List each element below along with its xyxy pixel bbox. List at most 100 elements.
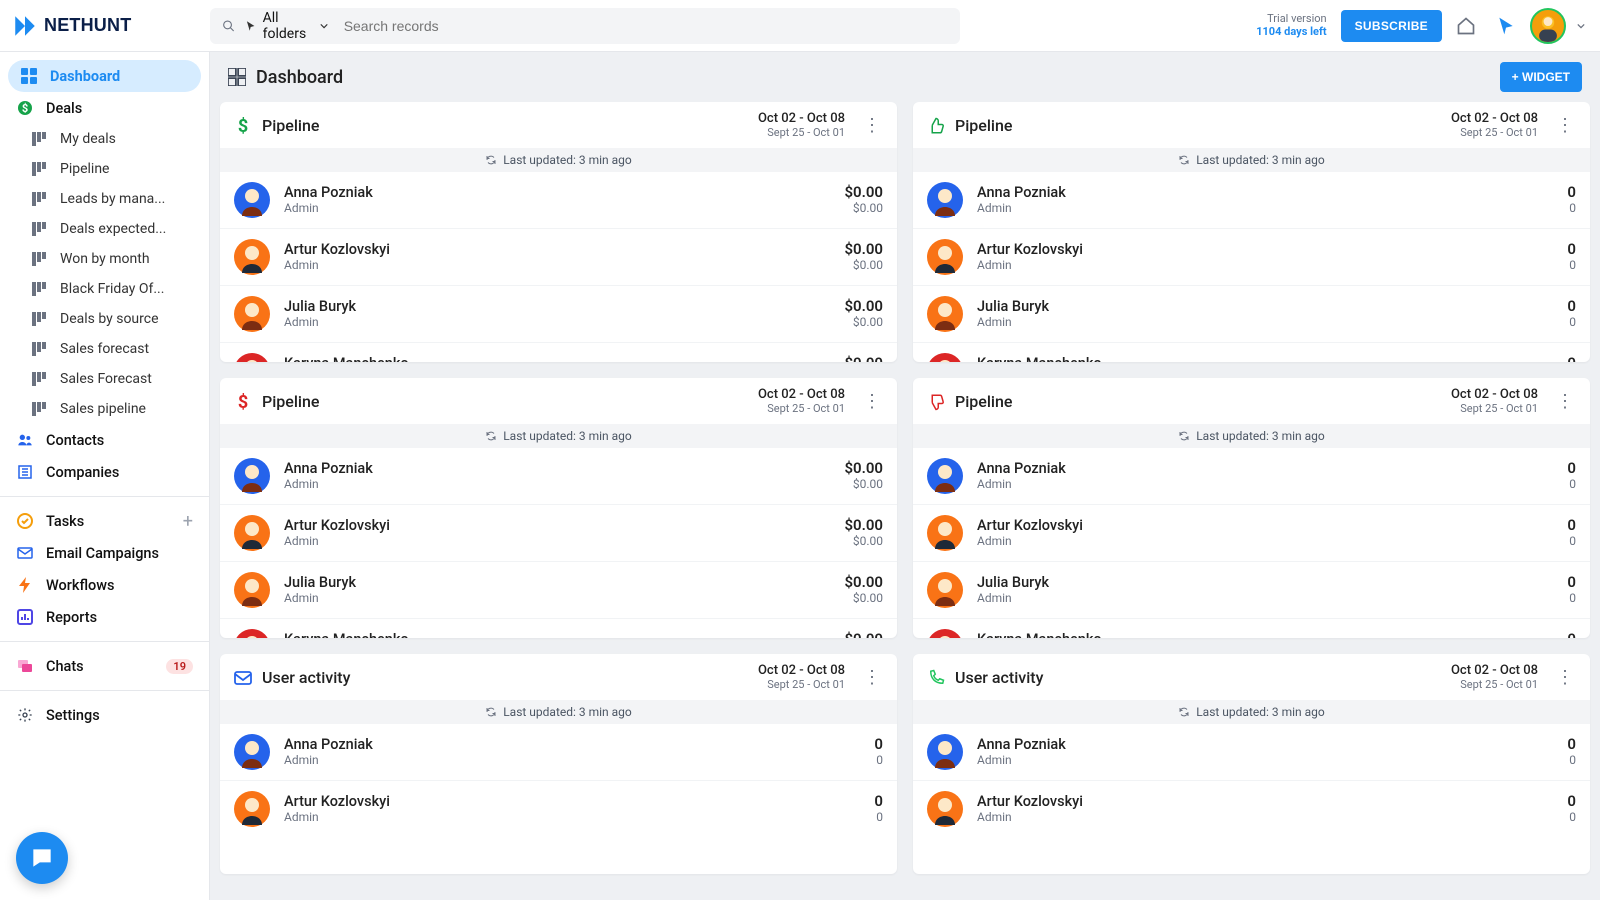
search-icon — [222, 18, 235, 34]
sidebar-item-deals[interactable]: $ Deals — [0, 92, 209, 124]
sidebar-item-workflows[interactable]: Workflows — [0, 569, 209, 601]
sidebar-item-email-campaigns[interactable]: Email Campaigns — [0, 537, 209, 569]
widget-row[interactable]: Karyna ManchenkoAdmin00 — [913, 619, 1590, 638]
widget-updated: Last updated: 3 min ago — [913, 424, 1590, 448]
widget-row[interactable]: Anna PozniakAdmin00 — [913, 448, 1590, 505]
avatar — [234, 791, 270, 827]
sidebar-subitem[interactable]: Sales Forecast — [0, 364, 209, 394]
widget-more-icon[interactable]: ⋮ — [1548, 669, 1576, 687]
sidebar-item-label: Deals by source — [60, 311, 159, 327]
page-title: Dashboard — [228, 67, 343, 88]
row-value-2: $0.00 — [844, 315, 883, 329]
widget-row[interactable]: Artur KozlovskyiAdmin00 — [913, 229, 1590, 286]
widget-row[interactable]: Karyna ManchenkoAdmin$0.00$0.00 — [220, 619, 897, 638]
widget-row[interactable]: Artur KozlovskyiAdmin00 — [913, 781, 1590, 837]
board-icon — [32, 402, 46, 416]
row-value: $0.00 — [844, 183, 883, 201]
widget-more-icon[interactable]: ⋮ — [855, 669, 883, 687]
widget-row[interactable]: Anna PozniakAdmin00 — [913, 172, 1590, 229]
avatar — [234, 296, 270, 332]
widget-more-icon[interactable]: ⋮ — [855, 393, 883, 411]
row-value: 0 — [874, 792, 883, 810]
refresh-icon — [1178, 706, 1190, 718]
widget-more-icon[interactable]: ⋮ — [1548, 117, 1576, 135]
row-value: 0 — [1567, 735, 1576, 753]
sidebar-subitem[interactable]: My deals — [0, 124, 209, 154]
person-name: Anna Pozniak — [284, 184, 830, 201]
widget-updated: Last updated: 3 min ago — [220, 700, 897, 724]
sidebar-item-companies[interactable]: Companies — [0, 456, 209, 488]
widget-row[interactable]: Karyna ManchenkoAdmin$0.00$0.00 — [220, 343, 897, 362]
widget-row[interactable]: Anna PozniakAdmin00 — [913, 724, 1590, 781]
person-role: Admin — [977, 591, 1553, 605]
avatar — [927, 572, 963, 608]
widget-row[interactable]: Artur KozlovskyiAdmin$0.00$0.00 — [220, 229, 897, 286]
widget-row[interactable]: Julia BurykAdmin00 — [913, 562, 1590, 619]
sidebar-subitem[interactable]: Black Friday Of... — [0, 274, 209, 304]
trial-line2[interactable]: 1104 days left — [1256, 26, 1326, 39]
sidebar-subitem[interactable]: Sales pipeline — [0, 394, 209, 424]
avatar — [927, 239, 963, 275]
sidebar-item-contacts[interactable]: Contacts — [0, 424, 209, 456]
row-value-2: 0 — [1567, 534, 1576, 548]
thumbdown-icon — [927, 393, 945, 411]
widget-row[interactable]: Karyna ManchenkoAdmin00 — [913, 343, 1590, 362]
sidebar-item-settings[interactable]: Settings — [0, 699, 209, 731]
search-input[interactable] — [344, 18, 948, 34]
home-icon[interactable] — [1450, 10, 1482, 42]
widget-row[interactable]: Julia BurykAdmin$0.00$0.00 — [220, 562, 897, 619]
megaphone-icon[interactable] — [1490, 10, 1522, 42]
row-value: $0.00 — [844, 573, 883, 591]
widget-body: Anna PozniakAdmin00Artur KozlovskyiAdmin… — [220, 724, 897, 837]
widget-row[interactable]: Julia BurykAdmin00 — [913, 286, 1590, 343]
widget-title: User activity — [262, 668, 350, 687]
widget-more-icon[interactable]: ⋮ — [1548, 393, 1576, 411]
add-widget-button[interactable]: + WIDGET — [1500, 62, 1582, 92]
board-icon — [32, 192, 46, 206]
chats-badge: 19 — [166, 659, 193, 674]
sidebar-item-label: Sales pipeline — [60, 401, 146, 417]
logo-icon — [12, 13, 38, 39]
widget-row[interactable]: Artur KozlovskyiAdmin00 — [220, 781, 897, 837]
chat-fab[interactable] — [16, 832, 68, 884]
main-content: Dashboard + WIDGET $PipelineOct 02 - Oct… — [210, 52, 1600, 900]
logo[interactable]: NETHUNT — [12, 13, 192, 39]
widget-row[interactable]: Artur KozlovskyiAdmin$0.00$0.00 — [220, 505, 897, 562]
widget-row[interactable]: Anna PozniakAdmin$0.00$0.00 — [220, 448, 897, 505]
avatar — [234, 458, 270, 494]
widget-header: $PipelineOct 02 - Oct 08Sept 25 - Oct 01… — [220, 102, 897, 148]
trial-info: Trial version 1104 days left — [1256, 13, 1326, 38]
sidebar-subitem[interactable]: Pipeline — [0, 154, 209, 184]
add-task-icon[interactable]: + — [183, 511, 193, 532]
subscribe-button[interactable]: SUBSCRIBE — [1341, 10, 1442, 42]
user-avatar[interactable] — [1530, 8, 1566, 44]
folder-selector[interactable]: All folders — [245, 10, 333, 42]
sidebar-subitem[interactable]: Deals by source — [0, 304, 209, 334]
widget-row[interactable]: Anna PozniakAdmin00 — [220, 724, 897, 781]
widget-row[interactable]: Anna PozniakAdmin$0.00$0.00 — [220, 172, 897, 229]
sidebar-item-chats[interactable]: Chats 19 — [0, 650, 209, 682]
sidebar-item-tasks[interactable]: Tasks + — [0, 505, 209, 537]
sidebar-subitem[interactable]: Deals expected... — [0, 214, 209, 244]
dashboard-icon — [228, 68, 246, 86]
chart-icon — [16, 609, 34, 625]
mail-icon — [16, 545, 34, 561]
row-value: 0 — [1567, 354, 1576, 362]
widget-body: Anna PozniakAdmin$0.00$0.00Artur Kozlovs… — [220, 172, 897, 362]
sidebar-item-label: Chats — [46, 658, 84, 675]
sidebar-subitem[interactable]: Won by month — [0, 244, 209, 274]
widget-header: PipelineOct 02 - Oct 08Sept 25 - Oct 01⋮ — [913, 378, 1590, 424]
sidebar-subitem[interactable]: Leads by mana... — [0, 184, 209, 214]
user-menu-caret[interactable] — [1574, 10, 1588, 42]
search-bar[interactable]: All folders — [210, 8, 960, 44]
sidebar-item-dashboard[interactable]: Dashboard — [8, 60, 201, 92]
row-value: 0 — [1567, 459, 1576, 477]
widget-more-icon[interactable]: ⋮ — [855, 117, 883, 135]
widget-row[interactable]: Julia BurykAdmin$0.00$0.00 — [220, 286, 897, 343]
board-icon — [32, 342, 46, 356]
sidebar-item-reports[interactable]: Reports — [0, 601, 209, 633]
widget-row[interactable]: Artur KozlovskyiAdmin00 — [913, 505, 1590, 562]
person-name: Artur Kozlovskyi — [977, 517, 1553, 534]
widget-dates: Oct 02 - Oct 08Sept 25 - Oct 01 — [758, 388, 845, 416]
sidebar-subitem[interactable]: Sales forecast — [0, 334, 209, 364]
